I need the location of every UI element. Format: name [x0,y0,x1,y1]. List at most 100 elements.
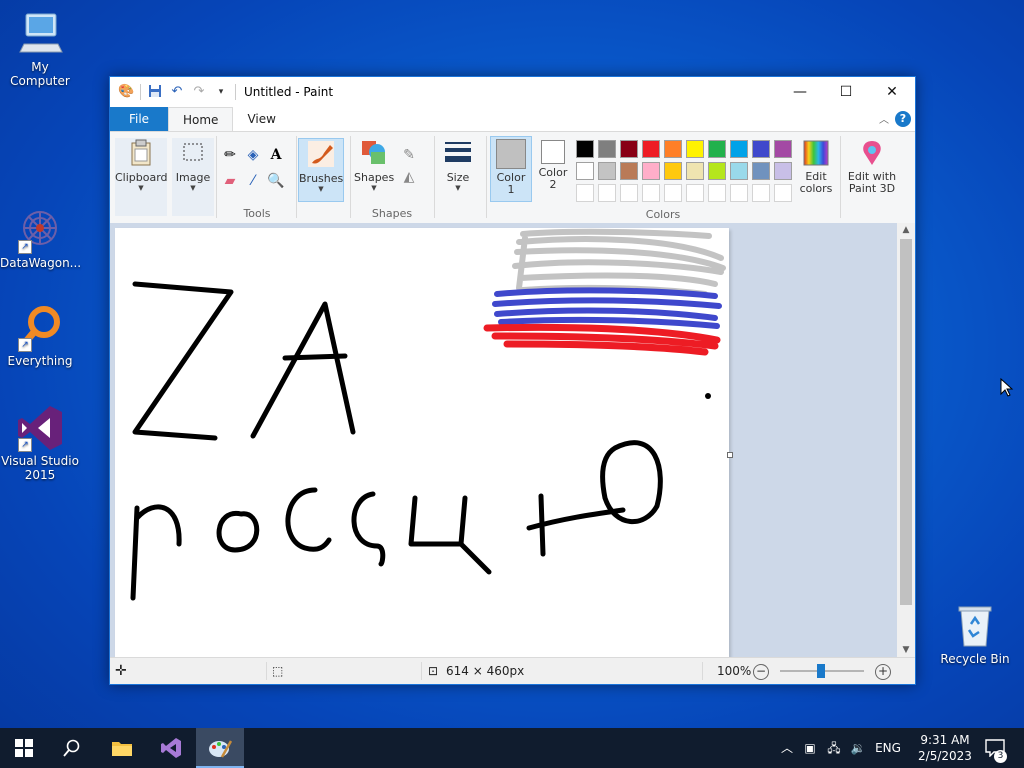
image-button[interactable]: Image ▼ [172,138,214,216]
palette-color-swatch[interactable] [576,162,594,180]
palette-custom-slot[interactable] [620,184,638,202]
magnifier-icon[interactable]: 🔍 [267,172,285,190]
undo-icon[interactable]: ↶ [169,84,185,100]
fill-shape-icon[interactable]: ◭ [400,168,418,186]
palette-color-swatch[interactable] [774,162,792,180]
palette-color-swatch[interactable] [730,162,748,180]
clock[interactable]: 9:31 AM 2/5/2023 [914,732,976,764]
zoom-slider[interactable] [780,664,864,678]
drawing-canvas[interactable] [115,228,729,657]
edit-colors-button[interactable]: Edit colors [796,138,836,195]
palette-color-swatch[interactable] [708,162,726,180]
palette-color-swatch[interactable] [576,140,594,158]
volume-icon[interactable]: 🔉 [848,728,868,768]
palette-color-swatch[interactable] [620,140,638,158]
language-indicator[interactable]: ENG [872,728,904,768]
action-center-button[interactable]: 3 [980,728,1010,768]
fill-icon[interactable]: ◈ [244,146,262,164]
resize-handle-right[interactable] [727,452,733,458]
tab-view[interactable]: View [233,107,289,131]
palette-color-swatch[interactable] [686,140,704,158]
palette-color-swatch[interactable] [774,140,792,158]
palette-color-swatch[interactable] [620,162,638,180]
palette-custom-slot[interactable] [752,184,770,202]
shapes-button[interactable]: Shapes ▼ [354,138,394,192]
pencil-icon[interactable]: ✏ [221,146,239,164]
palette-color-swatch[interactable] [752,140,770,158]
help-icon[interactable]: ? [895,111,911,127]
zoom-out-button[interactable]: − [753,664,769,680]
palette-color-swatch[interactable] [642,162,660,180]
save-icon[interactable] [147,84,163,100]
taskbar-paint[interactable] [196,728,244,768]
taskbar-file-explorer[interactable] [98,728,146,768]
collapse-ribbon-icon[interactable]: ︿ [879,111,889,126]
title-bar: 🎨 ↶ ↷ ▾ Untitled - Paint — ☐ ✕ [110,77,915,107]
network-icon[interactable]: 🖧 [824,728,844,768]
outline-icon[interactable]: ✎ [400,146,418,164]
zoom-slider-knob[interactable] [817,664,825,678]
desktop-icon-my-computer[interactable]: My Computer [0,10,80,88]
tab-home[interactable]: Home [168,107,234,131]
palette-color-swatch[interactable] [664,140,682,158]
image-size-icon: ⊡ [428,664,439,678]
customize-qat-icon[interactable]: ▾ [213,84,229,100]
palette-color-swatch[interactable] [642,140,660,158]
palette-color-swatch[interactable] [730,140,748,158]
palette-color-swatch[interactable] [664,162,682,180]
paint-app-icon[interactable]: 🎨 [118,84,134,100]
taskbar-visual-studio[interactable] [147,728,195,768]
selection-size-icon: ⬚ [272,664,284,678]
palette-color-swatch[interactable] [598,162,616,180]
redo-icon[interactable]: ↷ [191,84,207,100]
desktop-icon-visual-studio[interactable]: ↗ Visual Studio 2015 [0,404,80,482]
shapes-label: Shapes [354,171,395,184]
scroll-down-icon[interactable]: ▼ [897,645,915,655]
palette-custom-slot[interactable] [774,184,792,202]
palette-custom-slot[interactable] [642,184,660,202]
divider [421,662,422,680]
desktop-icon-datawagon[interactable]: ↗ DataWagon... [0,206,81,270]
size-button[interactable]: Size ▼ [438,138,478,192]
palette-color-swatch[interactable] [598,140,616,158]
palette-custom-slot[interactable] [576,184,594,202]
shortcut-arrow-icon: ↗ [18,240,32,254]
shapes-group: Shapes ▼ ✎ ◭ Shapes [352,136,432,222]
desktop-icon-everything[interactable]: ↗ Everything [0,304,80,368]
scroll-up-icon[interactable]: ▲ [897,225,915,235]
brushes-button[interactable]: Brushes ▼ [298,138,344,202]
tray-overflow-icon[interactable]: ︿ [778,728,796,768]
close-button[interactable]: ✕ [869,77,915,107]
color-picker-icon[interactable]: ⁄ [244,172,262,190]
divider [140,84,141,100]
taskbar: ︿ ▣ 🖧 🔉 ENG 9:31 AM 2/5/2023 3 [0,728,1024,768]
clipboard-button[interactable]: Clipboard ▼ [115,138,168,216]
color2-button[interactable]: Color 2 [534,138,572,191]
desktop-icon-recycle-bin[interactable]: Recycle Bin [935,602,1015,666]
edit-with-paint3d-button[interactable]: Edit with Paint 3D [846,138,898,195]
tools-group: ✏ ◈ A ▰ ⁄ 🔍 Tools [218,136,296,222]
color1-swatch [496,139,526,169]
scroll-thumb[interactable] [900,239,912,605]
palette-custom-slot[interactable] [730,184,748,202]
zoom-in-button[interactable]: + [875,664,891,680]
palette-color-swatch[interactable] [752,162,770,180]
clipboard-label: Clipboard [115,171,168,184]
palette-color-swatch[interactable] [708,140,726,158]
palette-custom-slot[interactable] [598,184,616,202]
minimize-button[interactable]: — [777,77,823,107]
search-button[interactable] [48,728,96,768]
color1-button[interactable]: Color 1 [490,136,532,202]
tab-file[interactable]: File [110,107,168,131]
palette-custom-slot[interactable] [686,184,704,202]
palette-custom-slot[interactable] [664,184,682,202]
start-button[interactable] [0,728,48,768]
palette-color-swatch[interactable] [686,162,704,180]
maximize-button[interactable]: ☐ [823,77,869,107]
chevron-down-icon: ▼ [138,184,144,192]
vertical-scrollbar[interactable]: ▲ ▼ [897,223,915,657]
tray-device-icon[interactable]: ▣ [800,728,820,768]
text-icon[interactable]: A [267,146,285,164]
palette-custom-slot[interactable] [708,184,726,202]
eraser-icon[interactable]: ▰ [221,172,239,190]
